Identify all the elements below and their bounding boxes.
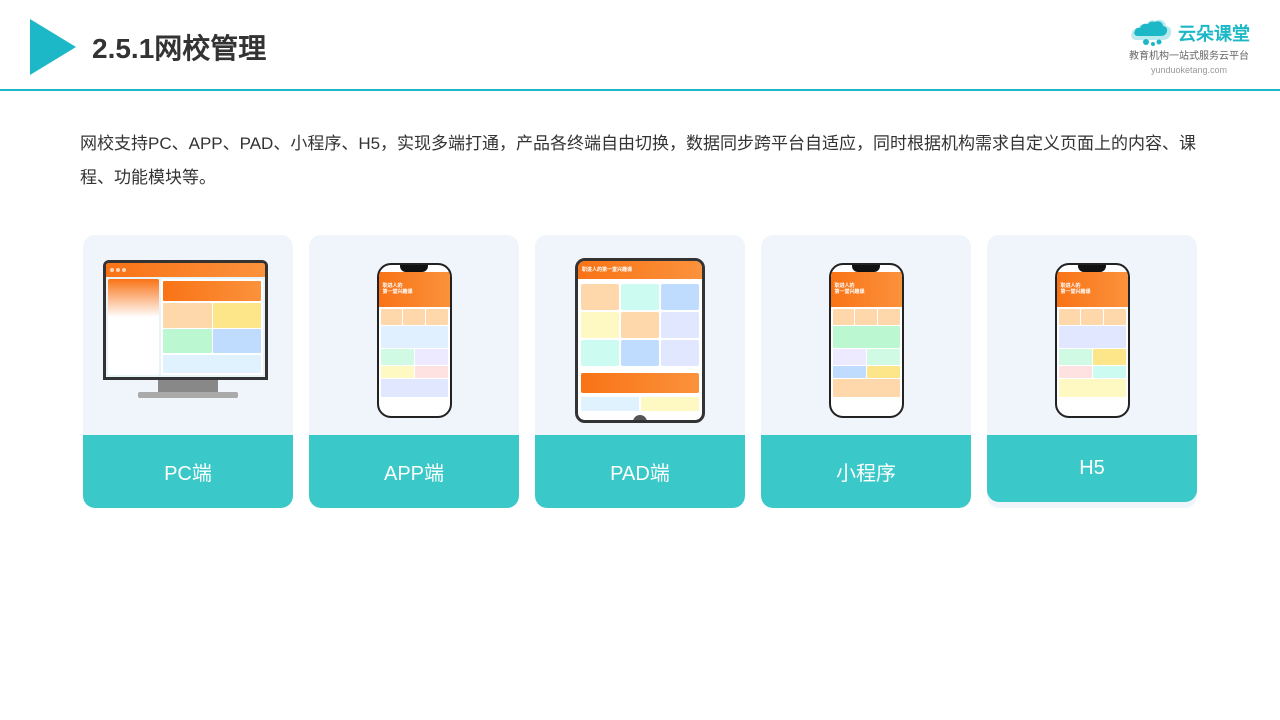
cloud-icon — [1128, 18, 1172, 48]
miniprogram-label: 小程序 — [761, 435, 971, 508]
phone-mini-mockup: 职进人的第一堂兴趣课 — [829, 263, 904, 418]
app-label: APP端 — [309, 435, 519, 508]
pc-card: PC端 — [83, 235, 293, 508]
header: 2.5.1网校管理 云朵课堂 教育机构一站式服务云平台 yunduoketang… — [0, 0, 1280, 91]
description-text: 网校支持PC、APP、PAD、小程序、H5，实现多端打通，产品各终端自由切换，数… — [0, 91, 1280, 215]
h5-card: 职进人的第一堂兴趣课 — [987, 235, 1197, 508]
pc-image-area — [83, 235, 293, 435]
h5-label: H5 — [987, 435, 1197, 502]
phone-app-mockup: 职进人的第一堂兴趣课 — [377, 263, 452, 418]
cloud-logo-container: 云朵课堂 — [1128, 18, 1250, 48]
app-image-area: 职进人的第一堂兴趣课 — [309, 235, 519, 435]
tablet-mockup: 职进人的第一堂兴趣课 — [575, 258, 705, 423]
brand-name: 云朵课堂 — [1178, 20, 1250, 46]
miniprogram-image-area: 职进人的第一堂兴趣课 — [761, 235, 971, 435]
h5-image-area: 职进人的第一堂兴趣课 — [987, 235, 1197, 435]
pc-label: PC端 — [83, 435, 293, 508]
header-left: 2.5.1网校管理 — [30, 19, 266, 75]
logo-triangle-icon — [30, 19, 76, 75]
miniprogram-card: 职进人的第一堂兴趣课 — [761, 235, 971, 508]
brand-logo: 云朵课堂 教育机构一站式服务云平台 yunduoketang.com — [1128, 18, 1250, 75]
brand-url: yunduoketang.com — [1151, 65, 1227, 75]
pad-card: 职进人的第一堂兴趣课 — [535, 235, 745, 508]
phone-h5-mockup: 职进人的第一堂兴趣课 — [1055, 263, 1130, 418]
brand-subtitle: 教育机构一站式服务云平台 — [1129, 50, 1249, 64]
page-title: 2.5.1网校管理 — [92, 27, 266, 67]
pad-label: PAD端 — [535, 435, 745, 508]
pad-image-area: 职进人的第一堂兴趣课 — [535, 235, 745, 435]
app-card: 职进人的第一堂兴趣课 — [309, 235, 519, 508]
pc-mockup — [103, 260, 273, 420]
device-cards-container: PC端 职进人的第一堂兴趣课 — [0, 225, 1280, 538]
